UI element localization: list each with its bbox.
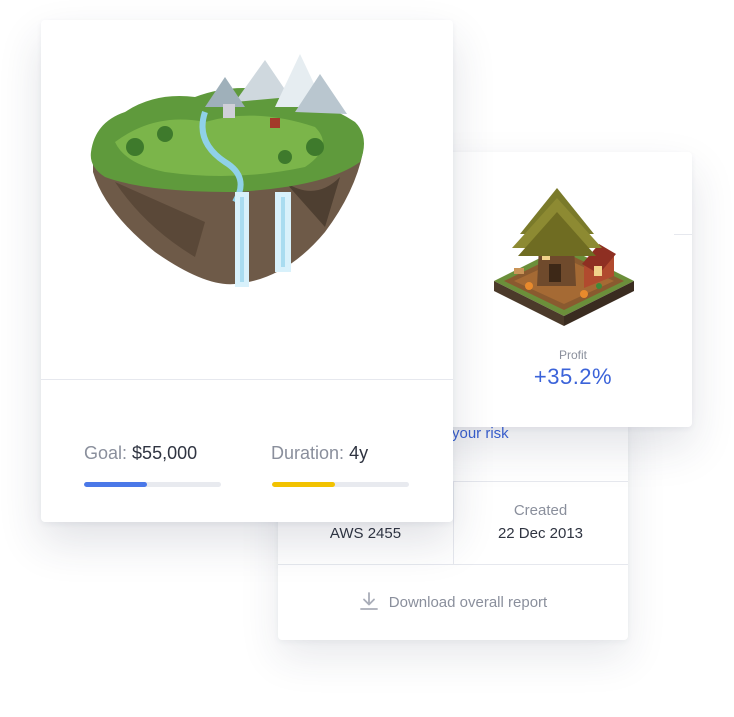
created-value: 22 Dec 2013 — [497, 525, 584, 542]
profit-card-divider — [674, 234, 692, 235]
id-value: AWS 2455 — [329, 525, 402, 542]
duration-progress-fill — [272, 482, 336, 487]
meta-cell-created: Created 22 Dec 2013 — [453, 482, 628, 564]
download-report-button[interactable]: Download overall report — [278, 591, 628, 615]
download-label: Download overall report — [388, 594, 548, 611]
stage: your risk AWS 2455 Created 22 Dec 2013 D… — [0, 0, 734, 717]
treehouse-illustration — [494, 188, 634, 326]
profit-card: Profit +35.2% — [424, 152, 692, 427]
profit-value: +35.2% — [533, 364, 613, 389]
goal-value: $55,000 — [132, 443, 198, 463]
duration-label: Duration: — [271, 443, 345, 463]
created-label: Created — [513, 502, 568, 519]
duration-value: 4y — [349, 443, 369, 463]
profit-label: Profit — [558, 348, 587, 362]
goal-progress-fill — [84, 482, 148, 487]
risk-link[interactable]: your risk — [452, 425, 509, 442]
goal-progress-bar — [84, 482, 221, 487]
duration-progress-bar — [272, 482, 409, 487]
duration-stat: Duration: 4y — [271, 443, 368, 464]
goal-stat: Goal: $55,000 — [84, 443, 197, 464]
goal-label: Goal: — [84, 443, 128, 463]
floating-island-illustration — [90, 54, 365, 287]
project-card-divider — [41, 379, 453, 380]
download-icon — [359, 591, 379, 615]
project-card[interactable]: Goal: $55,000 Duration: 4y — [41, 20, 453, 522]
